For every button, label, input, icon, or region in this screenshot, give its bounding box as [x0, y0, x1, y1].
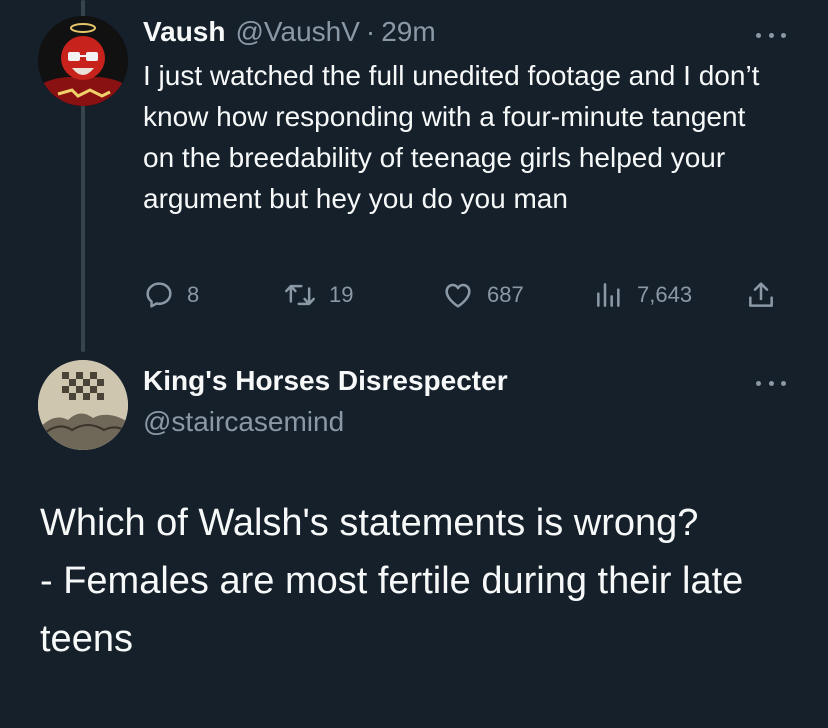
tweet-text-line: Which of Walsh's statements is wrong?	[40, 502, 699, 544]
tweet-text: Which of Walsh's statements is wrong? - …	[40, 494, 810, 668]
user-handle[interactable]: @staircasemind	[143, 406, 344, 438]
separator-dot: ·	[365, 16, 376, 47]
avatar[interactable]	[38, 16, 128, 106]
more-icon[interactable]	[756, 28, 786, 42]
display-name[interactable]: King's Horses Disrespecter	[143, 365, 508, 397]
display-name[interactable]: Vaush	[143, 16, 225, 48]
tweet-text-line: - Females are most fertile during their …	[40, 560, 744, 660]
reply-button[interactable]: 8	[143, 278, 199, 312]
user-handle[interactable]: @VaushV	[235, 16, 359, 48]
avatar-image	[38, 16, 128, 106]
share-icon	[749, 282, 773, 307]
avatar-image	[38, 360, 128, 450]
tweet-header: Vaush @VaushV · 29m	[143, 14, 436, 50]
reply-icon	[146, 282, 172, 308]
retweet-count: 19	[329, 282, 354, 307]
retweet-icon	[285, 284, 315, 306]
retweet-button[interactable]: 19	[283, 278, 353, 312]
heart-icon	[445, 283, 471, 308]
share-button[interactable]	[745, 278, 777, 312]
reply-count: 8	[187, 282, 200, 307]
views-icon	[597, 283, 620, 307]
views-count: 7,643	[637, 282, 693, 307]
avatar[interactable]	[38, 360, 128, 450]
tweet-actions-bar: 8 19 687 7,643	[143, 278, 783, 312]
like-button[interactable]: 687	[441, 278, 524, 312]
more-icon[interactable]	[756, 376, 786, 390]
tweet-text: I just watched the full unedited footage…	[143, 60, 760, 214]
timestamp[interactable]: 29m	[381, 16, 435, 48]
like-count: 687	[487, 282, 524, 307]
views-button[interactable]: 7,643	[593, 278, 692, 312]
